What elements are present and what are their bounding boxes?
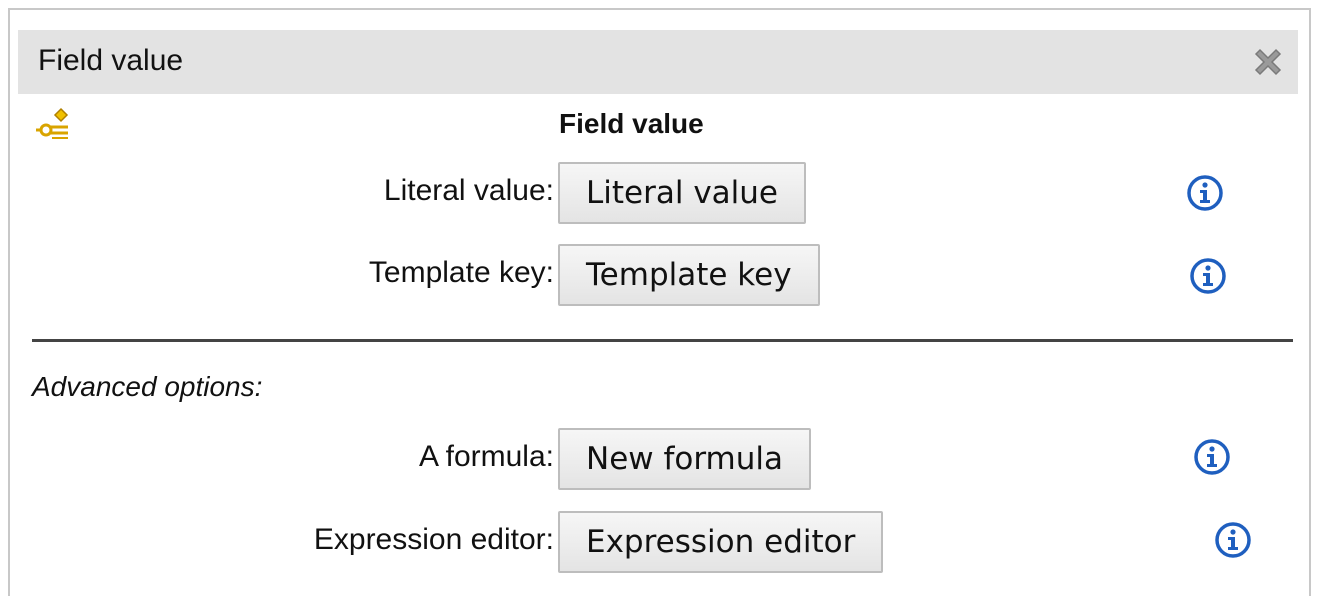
formula-label: A formula:: [418, 440, 554, 473]
template-key-label: Template key:: [368, 256, 554, 289]
section-heading: Field value: [559, 108, 704, 139]
literal-value-button[interactable]: Literal value: [558, 162, 806, 224]
dialog-title: Field value: [38, 44, 184, 77]
info-icon[interactable]: [1188, 256, 1228, 296]
template-key-button[interactable]: Template key: [558, 244, 820, 306]
info-icon[interactable]: [1192, 437, 1232, 477]
expression-editor-button[interactable]: Expression editor: [558, 511, 884, 573]
close-icon[interactable]: [1250, 44, 1286, 80]
divider: [32, 339, 1293, 342]
field-value-icon: [34, 106, 82, 146]
advanced-options-heading: Advanced options:: [32, 371, 263, 402]
literal-value-label: Literal value:: [383, 174, 554, 207]
expression-editor-label: Expression editor:: [313, 523, 554, 556]
info-icon[interactable]: [1185, 173, 1225, 213]
dialog-titlebar: Field value: [18, 30, 1298, 94]
info-icon[interactable]: [1213, 520, 1253, 560]
new-formula-button[interactable]: New formula: [558, 428, 812, 490]
